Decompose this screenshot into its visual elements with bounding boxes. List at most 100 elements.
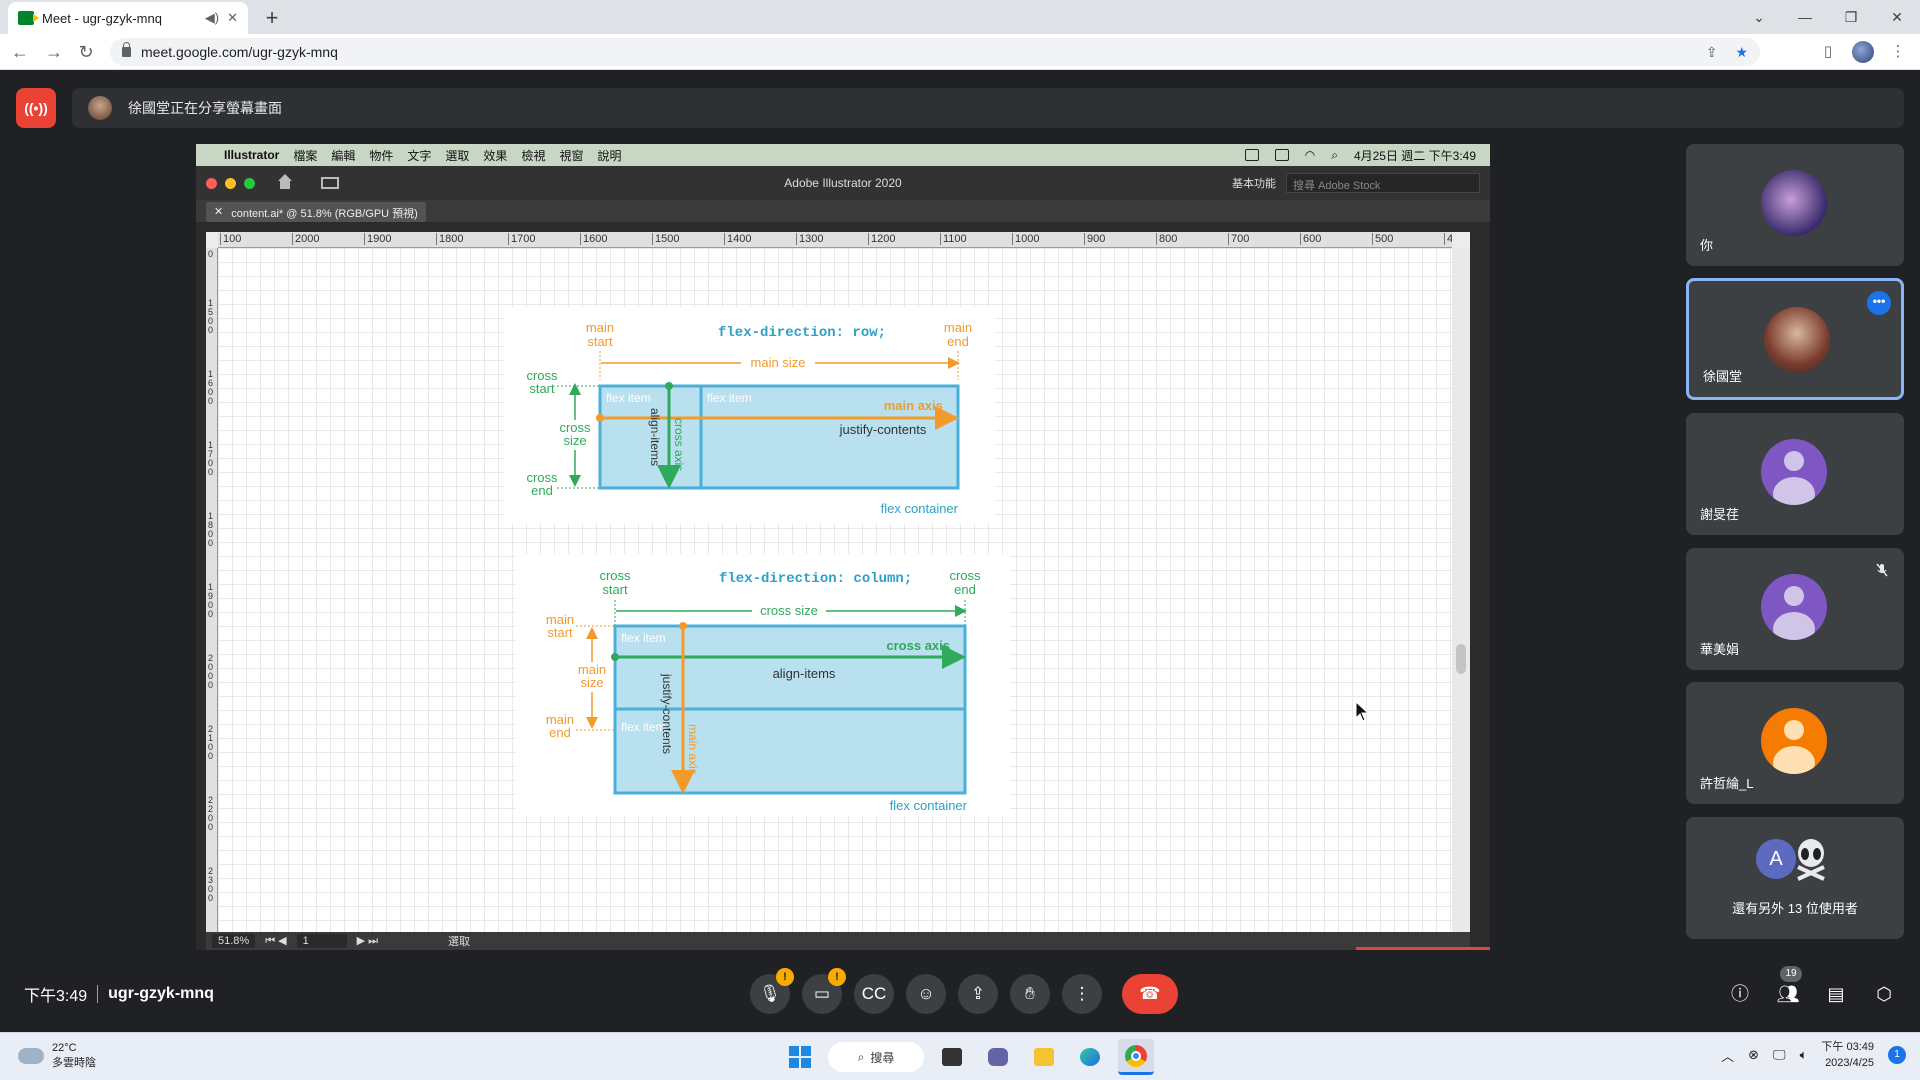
present-screen-icon: ⇪ bbox=[970, 984, 986, 1003]
browser-tab[interactable]: Meet - ugr-gzyk-mnq ◀) ✕ bbox=[8, 2, 248, 34]
row-main-end-2: end bbox=[947, 334, 969, 349]
col-main-axis-origin bbox=[679, 622, 687, 630]
file-explorer-button[interactable] bbox=[1026, 1039, 1062, 1075]
col-item-label-1: flex item bbox=[621, 631, 666, 645]
mac-menu-item: 編輯 bbox=[331, 148, 356, 163]
search-icon: ⌕ bbox=[857, 1049, 865, 1064]
search-label: 搜尋 bbox=[870, 1050, 895, 1065]
participant-tile[interactable]: 華美娟 bbox=[1686, 548, 1904, 670]
minimize-icon[interactable]: — bbox=[1782, 0, 1828, 34]
tab-search-icon[interactable]: ⌄ bbox=[1736, 0, 1782, 34]
system-clock[interactable]: 下午 03:49 2023/4/25 bbox=[1821, 1039, 1874, 1071]
col-cross-start-1: cross bbox=[599, 568, 631, 583]
raise-hand-button[interactable]: ✋︎ bbox=[1010, 974, 1050, 1014]
lock-icon[interactable] bbox=[122, 42, 131, 57]
reload-icon[interactable]: ↻ bbox=[72, 38, 100, 66]
col-cross-axis-origin bbox=[611, 653, 619, 661]
mac-zoom-icon bbox=[244, 177, 255, 189]
participant-tile[interactable]: 許哲綸_L bbox=[1686, 682, 1904, 804]
emoji-icon: ☺ bbox=[917, 984, 935, 1003]
ruler-tick-label: 1600 bbox=[208, 369, 214, 406]
mac-menu-item: 物件 bbox=[369, 148, 394, 163]
network-icon[interactable]: 🖵︎ bbox=[1773, 1047, 1786, 1063]
clock-time: 下午 03:49 bbox=[1821, 1041, 1874, 1053]
row-item-label-1: flex item bbox=[606, 391, 651, 405]
close-tab-icon[interactable]: ✕ bbox=[227, 10, 238, 26]
horizontal-ruler: 100 2000 1900 1800 1700 1600 1500 1400 1300 1200 1… bbox=[218, 232, 1452, 248]
activities-icon: ⬡ bbox=[1876, 984, 1892, 1004]
leave-call-button[interactable]: ☎︎ bbox=[1122, 974, 1178, 1014]
col-align-items-label: align-items bbox=[773, 666, 836, 681]
scroll-thumb bbox=[1456, 644, 1466, 674]
new-tab-button[interactable]: + bbox=[258, 4, 286, 32]
captions-icon: CC bbox=[861, 984, 887, 1003]
share-icon[interactable]: ⇪ bbox=[1706, 44, 1718, 61]
meeting-code: ugr-gzyk-mnq bbox=[108, 985, 214, 1002]
microphone-button[interactable]: 🎙︎! bbox=[750, 968, 794, 1014]
side-panel-icon[interactable]: ▯ bbox=[1814, 38, 1842, 66]
meet-favicon-icon bbox=[18, 11, 39, 25]
meeting-time: 下午3:49 bbox=[24, 988, 88, 1005]
close-window-icon[interactable]: ✕ bbox=[1874, 0, 1920, 34]
bookmark-star-icon[interactable]: ★ bbox=[1735, 44, 1748, 61]
participant-name: 華美娟 bbox=[1700, 642, 1740, 657]
present-button[interactable]: ⇪ bbox=[958, 974, 998, 1014]
address-bar[interactable]: meet.google.com/ugr-gzyk-mnq ⇪ ★ bbox=[110, 38, 1760, 66]
meeting-details-button[interactable]: ⓘ bbox=[1724, 974, 1756, 1014]
mac-menu-item: 說明 bbox=[597, 148, 622, 163]
folder-icon bbox=[1034, 1048, 1054, 1066]
close-doc-icon: ✕ bbox=[214, 206, 224, 218]
more-options-button[interactable]: ⋮ bbox=[1062, 974, 1102, 1014]
people-icon: 👥︎ bbox=[1776, 984, 1800, 1004]
col-main-end-2: end bbox=[549, 725, 571, 740]
col-main-axis-label: main axis bbox=[686, 724, 700, 775]
activities-button[interactable]: ⬡ bbox=[1868, 974, 1900, 1014]
participant-tile-presenter[interactable]: ••• 徐國堂 bbox=[1686, 278, 1904, 400]
taskbar-search[interactable]: ⌕ 搜尋 bbox=[828, 1042, 924, 1072]
ruler-tick-label: 500 bbox=[1372, 233, 1393, 245]
app-tray-icon[interactable]: ⊗ bbox=[1748, 1047, 1759, 1063]
profile-avatar[interactable] bbox=[1852, 41, 1874, 63]
ruler-tick-label: 800 bbox=[1156, 233, 1177, 245]
mac-menu-item: 文字 bbox=[407, 148, 432, 163]
divider bbox=[97, 985, 99, 1003]
chrome-menu-icon[interactable]: ⋮ bbox=[1884, 38, 1912, 66]
chat-button[interactable]: ▤ bbox=[1820, 974, 1852, 1014]
weather-widget[interactable]: 22°C 多雲時陰 bbox=[18, 1041, 96, 1071]
presenting-banner: 徐國堂正在分享螢幕畫面 bbox=[72, 88, 1904, 128]
more-options-icon[interactable]: ••• bbox=[1867, 291, 1891, 315]
ruler-tick-label: 100 bbox=[220, 233, 241, 245]
row-main-start-2: start bbox=[587, 334, 613, 349]
captions-button[interactable]: CC bbox=[854, 974, 894, 1014]
adobe-stock-search: 搜尋 Adobe Stock bbox=[1286, 173, 1480, 193]
start-button[interactable] bbox=[782, 1039, 818, 1075]
recording-indicator bbox=[1356, 947, 1490, 950]
illustrator-canvas: 100 2000 1900 1800 1700 1600 1500 1400 1300 1200 1… bbox=[206, 232, 1470, 932]
row-cross-size-2: size bbox=[563, 433, 586, 448]
col-title: flex-direction: column; bbox=[719, 571, 912, 587]
teams-button[interactable] bbox=[980, 1039, 1016, 1075]
row-justify-label: justify-contents bbox=[839, 422, 927, 437]
camera-button[interactable]: ▭! bbox=[802, 968, 846, 1014]
mac-minimize-icon bbox=[225, 177, 236, 189]
notification-badge[interactable]: 1 bbox=[1888, 1046, 1906, 1064]
edge-button[interactable] bbox=[1072, 1039, 1108, 1075]
participant-name: 謝旻荏 bbox=[1700, 507, 1740, 522]
participant-tile-self[interactable]: 你 bbox=[1686, 144, 1904, 266]
col-cross-end-2: end bbox=[954, 582, 976, 597]
chrome-button[interactable] bbox=[1118, 1039, 1154, 1075]
forward-icon[interactable]: → bbox=[40, 38, 68, 66]
other-participants-tile[interactable]: A 還有另外 13 位使用者 bbox=[1686, 817, 1904, 939]
show-hidden-icons-icon[interactable]: ︿ bbox=[1721, 1046, 1734, 1065]
restore-icon[interactable]: ❐ bbox=[1828, 0, 1874, 34]
reactions-button[interactable]: ☺ bbox=[906, 974, 946, 1014]
broadcast-icon[interactable]: ((•)) bbox=[16, 88, 56, 128]
task-view-button[interactable] bbox=[934, 1039, 970, 1075]
people-button[interactable]: 👥︎ 19 bbox=[1772, 966, 1804, 1014]
col-item-label-2: flex item bbox=[621, 720, 666, 734]
mac-menu-item: 效果 bbox=[483, 148, 508, 163]
participant-tile[interactable]: 謝旻荏 bbox=[1686, 413, 1904, 535]
speaker-icon[interactable]: ◀) bbox=[205, 10, 219, 26]
volume-icon[interactable]: 🔈︎ bbox=[1800, 1047, 1808, 1063]
back-icon[interactable]: ← bbox=[6, 38, 34, 66]
